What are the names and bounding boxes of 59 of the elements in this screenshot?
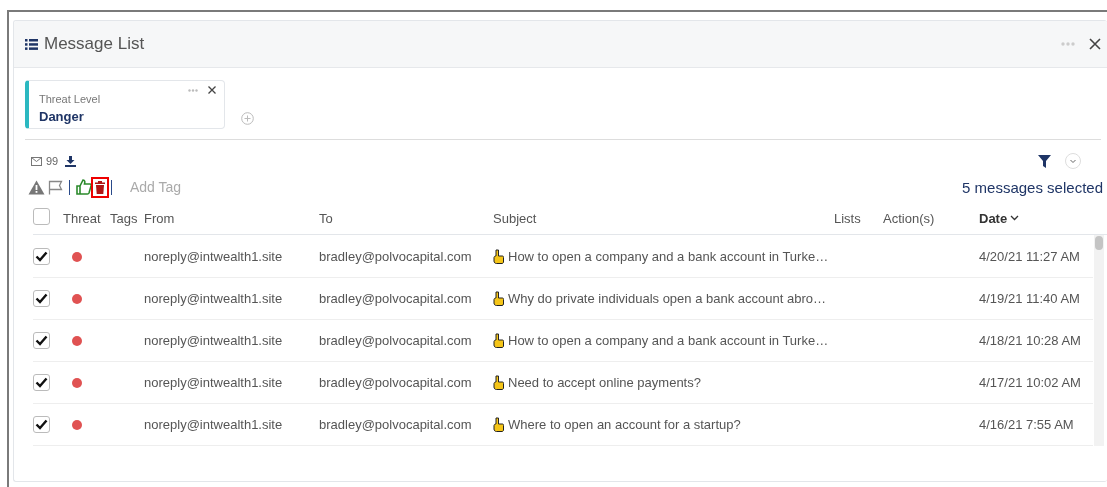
- scrollbar[interactable]: [1094, 235, 1104, 446]
- filter-label: Threat Level: [39, 93, 101, 105]
- filter-icon[interactable]: [1038, 154, 1051, 168]
- column-header[interactable]: To: [319, 210, 493, 226]
- date: 4/18/21 10:28 AM: [979, 333, 1082, 348]
- column-header[interactable]: Subject: [493, 210, 834, 226]
- divider: [111, 179, 112, 195]
- warning-icon[interactable]: [28, 179, 45, 195]
- sender: noreply@intwealth1.site: [144, 291, 284, 306]
- checkbox[interactable]: [33, 290, 50, 307]
- filter-value: Danger: [39, 109, 85, 124]
- list-icon: [25, 38, 38, 50]
- close-icon[interactable]: [208, 86, 216, 94]
- column-header[interactable]: Tags: [110, 210, 144, 226]
- checkbox[interactable]: [33, 208, 50, 225]
- mail-icon: [31, 156, 42, 166]
- pointing-hand-icon: [493, 375, 504, 390]
- checkbox[interactable]: [33, 248, 50, 265]
- close-icon[interactable]: [1089, 38, 1101, 50]
- date: 4/20/21 11:27 AM: [979, 249, 1081, 264]
- subject[interactable]: How to open a company and a bank account in Turke…: [508, 333, 829, 348]
- checkbox[interactable]: [33, 416, 50, 433]
- date: 4/17/21 10:02 AM: [979, 375, 1082, 390]
- column-header[interactable]: Lists: [834, 210, 883, 226]
- sender: noreply@intwealth1.site: [144, 375, 284, 390]
- checkbox[interactable]: [33, 374, 50, 391]
- download-icon[interactable]: [65, 155, 77, 167]
- subject[interactable]: Why do private individuals open a bank account abro…: [508, 291, 826, 306]
- date: 4/19/21 11:40 AM: [979, 291, 1081, 306]
- column-header[interactable]: Threat: [63, 210, 110, 226]
- column-header[interactable]: Action(s): [883, 210, 979, 226]
- column-header[interactable]: From: [144, 210, 319, 226]
- recipient: bradley@polvocapital.com: [319, 333, 473, 348]
- filter-chip[interactable]: Threat Level Danger: [25, 80, 225, 129]
- flag-icon[interactable]: [48, 179, 63, 195]
- divider: [69, 179, 70, 195]
- selection-count: 5 messages selected: [962, 178, 1103, 196]
- recipient: bradley@polvocapital.com: [319, 375, 473, 390]
- subject[interactable]: How to open a company and a bank account in Turke…: [508, 249, 829, 264]
- subject[interactable]: Where to open an account for a startup?: [508, 417, 741, 432]
- pointing-hand-icon: [493, 417, 504, 432]
- checkbox[interactable]: [33, 332, 50, 349]
- subject[interactable]: Need to accept online payments?: [508, 375, 701, 390]
- pointing-hand-icon: [493, 333, 504, 348]
- recipient: bradley@polvocapital.com: [319, 291, 473, 306]
- recipient: bradley@polvocapital.com: [319, 249, 473, 264]
- sender: noreply@intwealth1.site: [144, 417, 284, 432]
- sender: noreply@intwealth1.site: [144, 249, 284, 264]
- sender: noreply@intwealth1.site: [144, 333, 284, 348]
- thumbs-up-icon[interactable]: [76, 179, 92, 195]
- window-title: Message List: [44, 34, 146, 54]
- pointing-hand-icon: [493, 291, 504, 306]
- trash-icon[interactable]: [95, 180, 105, 194]
- sort-icon[interactable]: [1010, 215, 1020, 221]
- date: 4/16/21 7:55 AM: [979, 417, 1075, 432]
- recipient: bradley@polvocapital.com: [319, 417, 473, 432]
- pointing-hand-icon: [493, 249, 504, 264]
- message-count: 99: [46, 155, 59, 167]
- column-header[interactable]: Date: [979, 210, 1020, 226]
